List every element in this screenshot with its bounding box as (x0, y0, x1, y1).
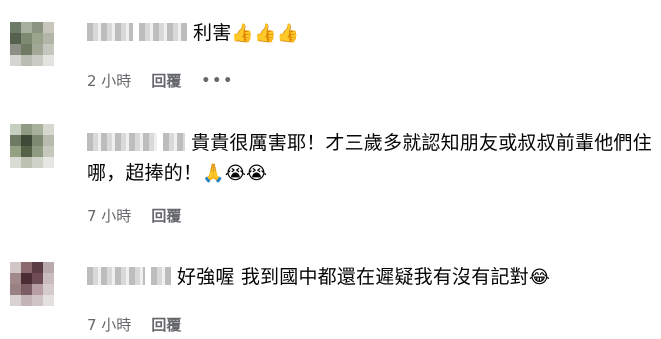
timestamp[interactable]: 2 小時 (87, 70, 131, 91)
avatar-pixel (43, 273, 54, 284)
avatar-pixel (10, 135, 21, 146)
comment-text-row: 好強喔 我到國中都還在遲疑我有沒有記對😂 (87, 262, 657, 293)
reply-button[interactable]: 回覆 (151, 70, 181, 91)
avatar-pixel (43, 55, 54, 66)
avatar-pixel (10, 262, 21, 273)
avatar-pixel (32, 22, 43, 33)
commenter-name[interactable] (87, 133, 157, 151)
avatar-pixel (21, 284, 32, 295)
avatar-pixel (32, 284, 43, 295)
avatar-pixel (32, 135, 43, 146)
avatar-pixel (10, 44, 21, 55)
avatar-pixel (21, 44, 32, 55)
avatar-pixel (21, 124, 32, 135)
avatar-pixel (43, 295, 54, 306)
comment-text: 利害 (193, 22, 232, 44)
avatar-pixel (32, 55, 43, 66)
pray-crying-emoji-icon: 🙏😭😭 (202, 163, 268, 184)
avatar-pixel (43, 157, 54, 168)
avatar-pixel (43, 22, 54, 33)
avatar-pixel (21, 33, 32, 44)
avatar-pixel (10, 124, 21, 135)
avatar-pixel (21, 135, 32, 146)
avatar-pixel (32, 146, 43, 157)
avatar-pixel (10, 157, 21, 168)
commenter-name-extra[interactable] (163, 133, 185, 151)
avatar-pixel (32, 124, 43, 135)
comment-text-row: 利害👍👍👍 (87, 18, 657, 49)
avatar[interactable] (10, 262, 54, 306)
avatar-pixel (21, 146, 32, 157)
thumbs-up-icon: 👍👍👍 (231, 23, 300, 44)
commenter-name[interactable] (87, 23, 133, 41)
avatar-pixel (21, 22, 32, 33)
avatar-pixel (43, 33, 54, 44)
timestamp[interactable]: 7 小時 (87, 205, 131, 226)
avatar-pixel (10, 284, 21, 295)
avatar-pixel (32, 273, 43, 284)
avatar-pixel (10, 33, 21, 44)
avatar-pixel (32, 33, 43, 44)
avatar-pixel (21, 157, 32, 168)
comment-text: 好強喔 我到國中都還在遲疑我有沒有記對 (177, 266, 529, 288)
avatar-pixel (43, 124, 54, 135)
comment-actions: 2 小時 回覆 ••• (87, 70, 234, 91)
avatar-pixel (43, 135, 54, 146)
avatar-pixel (43, 44, 54, 55)
timestamp[interactable]: 7 小時 (87, 314, 131, 335)
avatar-pixel (32, 295, 43, 306)
avatar-pixel (10, 22, 21, 33)
commenter-name-extra[interactable] (151, 267, 171, 285)
avatar-pixel (43, 262, 54, 273)
avatar-pixel (10, 295, 21, 306)
avatar-pixel (21, 55, 32, 66)
commenter-name-extra[interactable] (139, 23, 187, 41)
avatar-pixel (10, 55, 21, 66)
comment-text-row: 貴貴很厲害耶！才三歲多就認知朋友或叔叔前輩他們住哪，超捧的！🙏😭😭 (87, 128, 657, 189)
comment-actions: 7 小時 回覆 (87, 205, 181, 226)
avatar[interactable] (10, 22, 54, 66)
avatar-pixel (43, 284, 54, 295)
more-options-icon[interactable]: ••• (201, 73, 234, 89)
avatar[interactable] (10, 124, 54, 168)
avatar-pixel (21, 273, 32, 284)
avatar-pixel (32, 262, 43, 273)
laughing-emoji-icon: 😂 (528, 267, 551, 288)
reply-button[interactable]: 回覆 (151, 205, 181, 226)
avatar-pixel (21, 262, 32, 273)
avatar-pixel (10, 273, 21, 284)
avatar-pixel (32, 44, 43, 55)
commenter-name[interactable] (87, 267, 145, 285)
avatar-pixel (10, 146, 21, 157)
avatar-pixel (32, 157, 43, 168)
avatar-pixel (21, 295, 32, 306)
reply-button[interactable]: 回覆 (151, 314, 181, 335)
comment-actions: 7 小時 回覆 (87, 314, 181, 335)
avatar-pixel (43, 146, 54, 157)
